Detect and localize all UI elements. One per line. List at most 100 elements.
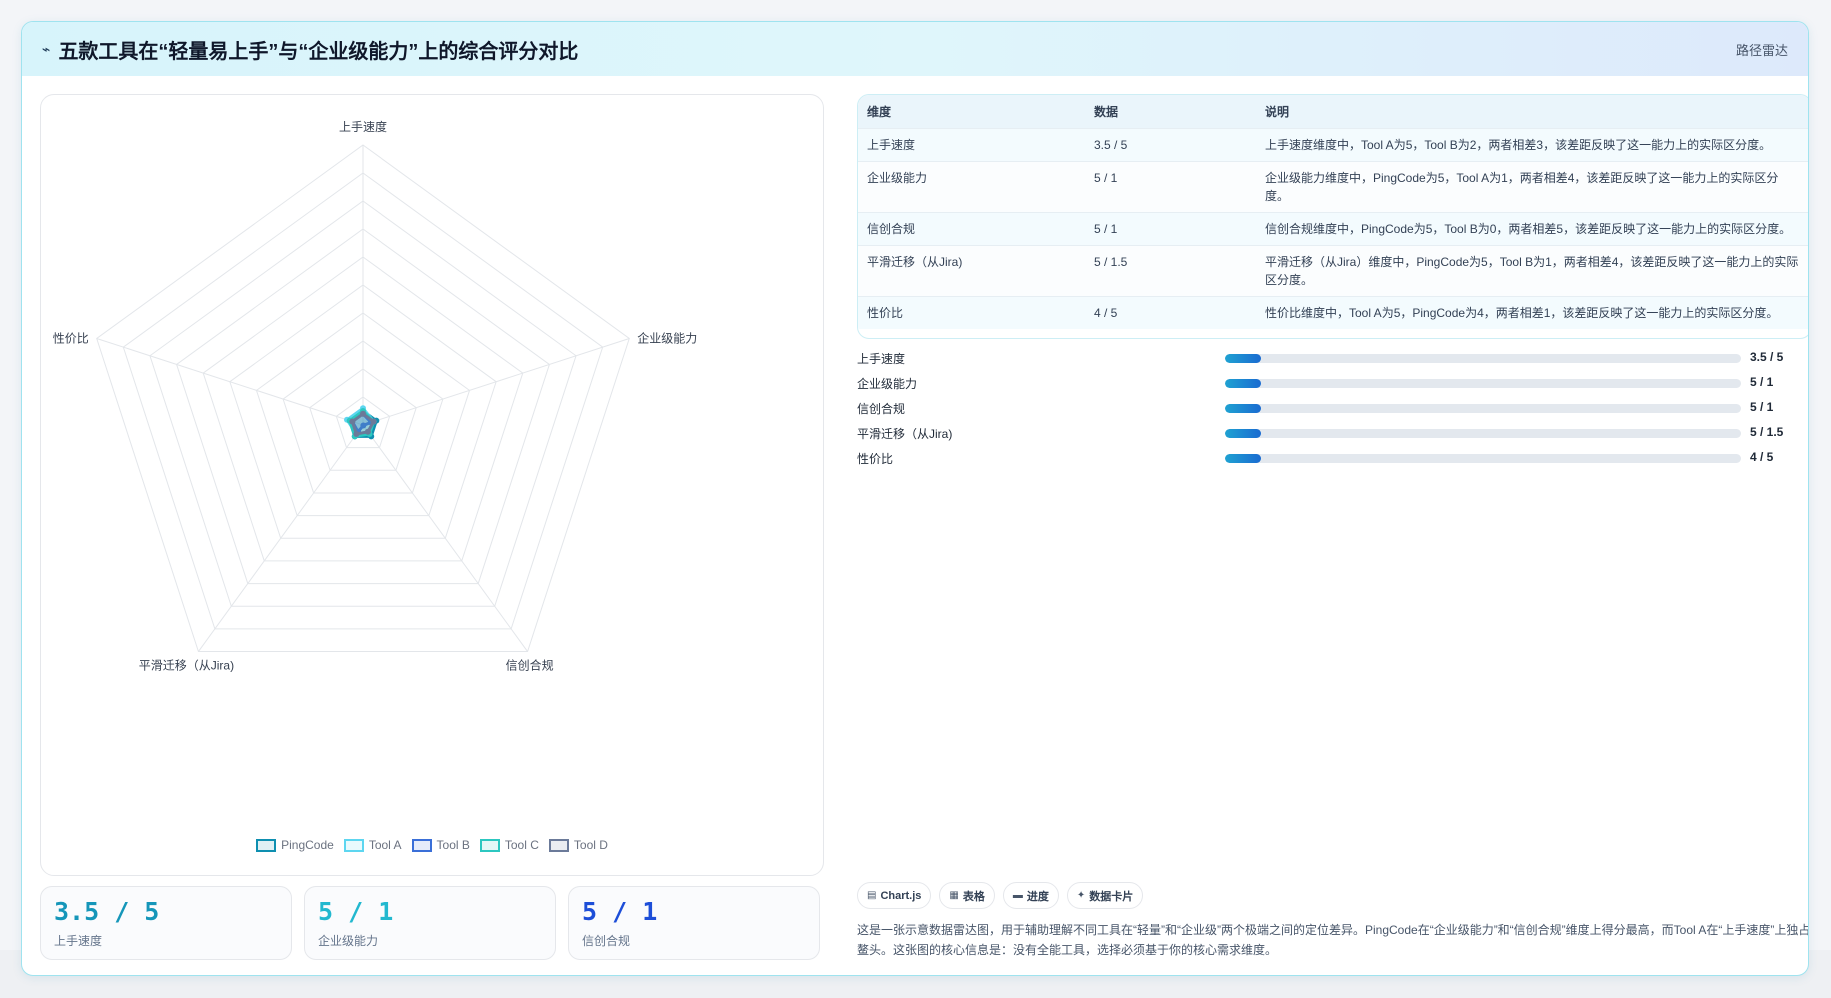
chart-legend: PingCode Tool A Tool B Tool C Tool D bbox=[41, 838, 823, 852]
progress-fill bbox=[1225, 379, 1262, 388]
progress-value: 3.5 / 5 bbox=[1750, 350, 1784, 364]
table-cell: 3.5 / 5 bbox=[1094, 137, 1128, 152]
progress-label: 上手速度 bbox=[857, 352, 906, 366]
progress-row: 信创合规 5 / 1 bbox=[857, 398, 1808, 423]
data-table: 维度 数据 说明 上手速度 3.5 / 5 上手速度维度中，Tool A为5，T… bbox=[857, 94, 1808, 339]
stat-label: 信创合规 bbox=[582, 934, 631, 948]
chip-label: Chart.js bbox=[880, 889, 922, 902]
progress-label: 平滑迁移（从Jira) bbox=[857, 427, 953, 441]
stat-value: 5 / 1 bbox=[582, 897, 658, 926]
table-cell: 企业级能力维度中，PingCode为5，Tool A为1，两者相差4，该差距反映… bbox=[1265, 170, 1779, 203]
table-cell: 4 / 5 bbox=[1094, 305, 1118, 320]
progress-row: 企业级能力 5 / 1 bbox=[857, 373, 1808, 398]
legend-swatch bbox=[479, 838, 500, 852]
legend-swatch bbox=[256, 838, 277, 852]
table-row: 企业级能力 5 / 1 企业级能力维度中，PingCode为5，Tool A为1… bbox=[858, 161, 1808, 212]
radar-chart: 上手速度企业级能力信创合规 平滑迁移（从Jira) 性价比 bbox=[53, 119, 698, 673]
legend-swatch bbox=[548, 838, 569, 852]
line-chart-icon: ⌁ bbox=[42, 40, 51, 57]
table-row: 平滑迁移（从Jira) 5 / 1.5 平滑迁移（从Jira）维度中，PingC… bbox=[858, 245, 1808, 296]
radar-data-point bbox=[364, 428, 371, 435]
legend-swatch bbox=[343, 838, 364, 852]
chart-description: 这是一张示意数据雷达图，用于辅助理解不同工具在“轻量”和“企业级”两个极端之间的… bbox=[857, 923, 1809, 957]
progress-row: 上手速度 3.5 / 5 bbox=[857, 348, 1808, 373]
table-cell: 5 / 1 bbox=[1094, 170, 1118, 185]
stat-card: 3.5 / 5 上手速度 bbox=[40, 886, 292, 960]
table-row: 性价比 4 / 5 性价比维度中，Tool A为5，PingCode为4，两者相… bbox=[858, 296, 1808, 329]
chip-chartjs[interactable]: ▤ Chart.js bbox=[857, 882, 932, 909]
table-cell: 上手速度维度中，Tool A为5，Tool B为2，两者相差3，该差距反映了这一… bbox=[1265, 137, 1772, 152]
legend-label: Tool C bbox=[504, 838, 539, 852]
chip-label: 数据卡片 bbox=[1089, 890, 1134, 903]
progress-fill bbox=[1225, 404, 1262, 413]
radar-axis-label: 企业级能力 bbox=[637, 330, 697, 345]
radar-axis-line bbox=[96, 337, 364, 426]
stat-label: 上手速度 bbox=[54, 934, 103, 948]
legend-label: Tool B bbox=[436, 838, 470, 852]
chip-label: 进度 bbox=[1026, 890, 1049, 903]
table-row: 信创合规 5 / 1 信创合规维度中，PingCode为5，Tool B为0，两… bbox=[858, 212, 1808, 245]
progress-fill bbox=[1225, 354, 1262, 363]
progress-icon: ▬ bbox=[1012, 890, 1023, 901]
progress-track bbox=[1225, 429, 1741, 438]
legend-item[interactable]: Tool A bbox=[343, 838, 402, 852]
progress-track bbox=[1225, 454, 1741, 463]
chip-table[interactable]: ▦ 表格 bbox=[939, 882, 995, 909]
radar-axis-label: 信创合规 bbox=[506, 658, 554, 673]
table-cell: 性价比维度中，Tool A为5，PingCode为4，两者相差1，该差距反映了这… bbox=[1265, 305, 1779, 320]
table-cell: 平滑迁移（从Jira) bbox=[867, 254, 963, 269]
progress-value: 5 / 1 bbox=[1750, 400, 1774, 414]
stat-card: 5 / 1 信创合规 bbox=[568, 886, 820, 960]
radar-data-point bbox=[353, 431, 360, 438]
progress-label: 企业级能力 bbox=[857, 377, 918, 391]
legend-item[interactable]: Tool D bbox=[548, 838, 608, 852]
table-header-cell: 数据 bbox=[1094, 104, 1119, 119]
chart-icon: ▤ bbox=[867, 890, 877, 901]
page-title: 五款工具在“轻量易上手”与“企业级能力”上的综合评分对比 bbox=[58, 40, 579, 63]
table-cell: 5 / 1.5 bbox=[1094, 254, 1128, 269]
progress-fill bbox=[1225, 454, 1262, 463]
table-icon: ▦ bbox=[949, 890, 959, 901]
legend-item[interactable]: PingCode bbox=[256, 838, 334, 852]
progress-value: 5 / 1 bbox=[1750, 375, 1774, 389]
table-cell: 信创合规 bbox=[867, 221, 916, 236]
chart-type-tag: 路径雷达 bbox=[1735, 42, 1788, 58]
chart-card: ⌁ 五款工具在“轻量易上手”与“企业级能力”上的综合评分对比 路径雷达 上手速度… bbox=[21, 21, 1809, 976]
radar-axis-line bbox=[362, 337, 630, 426]
progress-list: 上手速度 3.5 / 5 企业级能力 5 / 1 信创合规 5 / 1 平滑迁移… bbox=[857, 348, 1808, 473]
table-cell: 信创合规维度中，PingCode为5，Tool B为0，两者相差5，该差距反映了… bbox=[1265, 221, 1792, 236]
radar-axis-label: 性价比 bbox=[53, 331, 89, 345]
progress-row: 平滑迁移（从Jira) 5 / 1.5 bbox=[857, 423, 1808, 448]
progress-label: 性价比 bbox=[857, 452, 894, 466]
legend-item[interactable]: Tool B bbox=[411, 838, 470, 852]
radar-data-point bbox=[349, 418, 356, 425]
table-cell: 上手速度 bbox=[867, 137, 916, 152]
stat-card: 5 / 1 企业级能力 bbox=[304, 886, 556, 960]
progress-label: 信创合规 bbox=[857, 402, 906, 416]
legend-label: Tool D bbox=[573, 838, 608, 852]
radar-chart-panel: 上手速度企业级能力信创合规 平滑迁移（从Jira) 性价比 PingCode Tool… bbox=[40, 94, 824, 876]
table-row: 上手速度 3.5 / 5 上手速度维度中，Tool A为5，Tool B为2，两… bbox=[858, 128, 1808, 161]
radar-axis-label: 上手速度 bbox=[339, 119, 387, 134]
progress-value: 5 / 1.5 bbox=[1750, 425, 1784, 439]
table-header-cell: 说明 bbox=[1265, 104, 1290, 119]
progress-track bbox=[1225, 404, 1741, 413]
table-header-cell: 维度 bbox=[867, 104, 892, 119]
progress-fill bbox=[1225, 429, 1262, 438]
progress-row: 性价比 4 / 5 bbox=[857, 448, 1808, 473]
chip-label: 表格 bbox=[962, 890, 985, 903]
radar-data-point bbox=[360, 410, 366, 417]
stat-value: 5 / 1 bbox=[318, 897, 394, 926]
stat-value: 3.5 / 5 bbox=[54, 897, 160, 926]
chip-progress[interactable]: ▬ 进度 bbox=[1002, 882, 1059, 909]
radar-axis-label: 平滑迁移（从Jira) bbox=[139, 659, 234, 673]
legend-label: Tool A bbox=[368, 838, 402, 852]
table-cell: 5 / 1 bbox=[1094, 221, 1118, 236]
radar-data-point bbox=[370, 418, 377, 425]
chip-data-cards[interactable]: ✦ 数据卡片 bbox=[1066, 882, 1144, 909]
legend-label: PingCode bbox=[281, 838, 334, 852]
view-chips: ▤ Chart.js ▦ 表格 ▬ 进度 ✦ 数据卡片 bbox=[857, 882, 1144, 909]
progress-track bbox=[1225, 354, 1741, 363]
stat-cards: 3.5 / 5 上手速度 5 / 1 企业级能力 5 / 1 信创合规 bbox=[40, 886, 824, 960]
legend-item[interactable]: Tool C bbox=[479, 838, 539, 852]
